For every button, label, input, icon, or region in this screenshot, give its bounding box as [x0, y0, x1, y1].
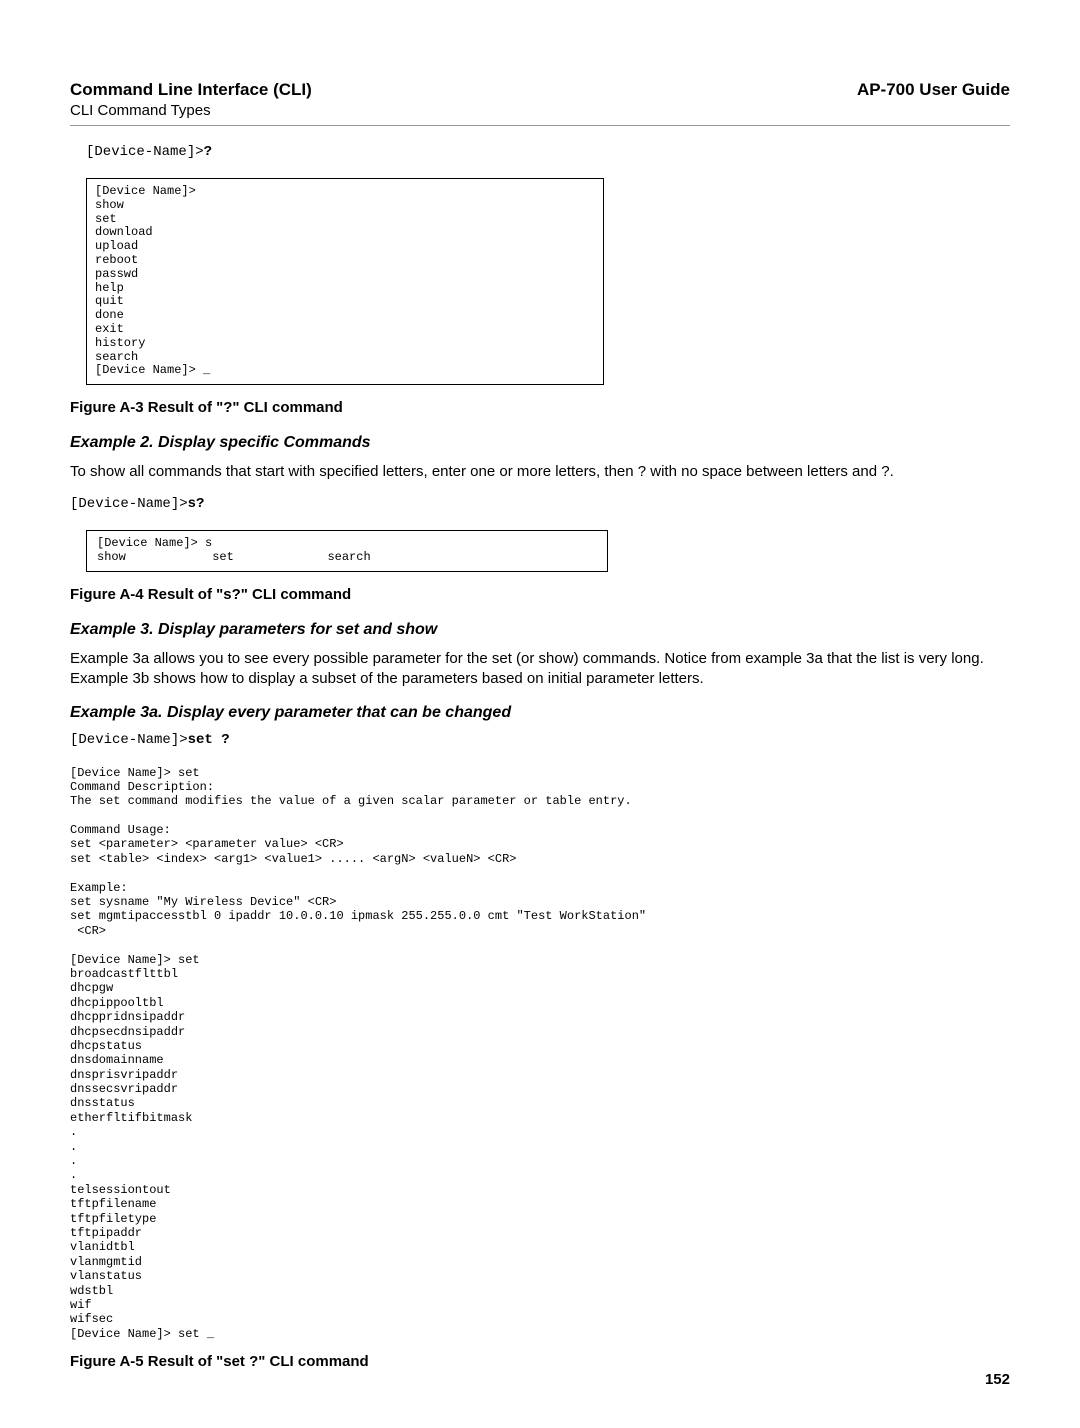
- page: Command Line Interface (CLI) CLI Command…: [0, 0, 1080, 1428]
- figure-caption-a5: Figure A-5 Result of "set ?" CLI command: [70, 1353, 1010, 1370]
- example3-text: Example 3a allows you to see every possi…: [70, 649, 1010, 690]
- example2-heading: Example 2. Display specific Commands: [70, 434, 1010, 452]
- cli-prompt-2: [Device-Name]>s?: [70, 496, 1010, 512]
- header-rule: [70, 125, 1010, 126]
- page-number: 152: [985, 1371, 1010, 1388]
- cli-output-block-3a: [Device Name]> set Command Description: …: [70, 766, 1010, 1342]
- header: Command Line Interface (CLI) CLI Command…: [70, 80, 1010, 119]
- cli-output-box-2: [Device Name]> s show set search: [86, 530, 608, 572]
- header-left: Command Line Interface (CLI) CLI Command…: [70, 80, 312, 119]
- cli-prompt-1: [Device-Name]>?: [86, 144, 1010, 160]
- example2-text: To show all commands that start with spe…: [70, 462, 1010, 482]
- prompt-command: ?: [204, 144, 212, 160]
- example3-heading: Example 3. Display parameters for set an…: [70, 621, 1010, 639]
- example3a-heading: Example 3a. Display every parameter that…: [70, 704, 1010, 722]
- cli-prompt-3a: [Device-Name]>set ?: [70, 732, 1010, 748]
- prompt-command: s?: [188, 496, 205, 512]
- prompt-prefix: [Device-Name]>: [70, 496, 188, 512]
- doc-section-title: Command Line Interface (CLI): [70, 80, 312, 100]
- doc-guide-name: AP-700 User Guide: [857, 80, 1010, 100]
- cli-output-box-1: [Device Name]> show set download upload …: [86, 178, 604, 385]
- figure-caption-a4: Figure A-4 Result of "s?" CLI command: [70, 586, 1010, 603]
- figure-caption-a3: Figure A-3 Result of "?" CLI command: [70, 399, 1010, 416]
- prompt-command: set ?: [188, 732, 230, 748]
- prompt-prefix: [Device-Name]>: [86, 144, 204, 160]
- doc-section-subtitle: CLI Command Types: [70, 102, 312, 119]
- prompt-prefix: [Device-Name]>: [70, 732, 188, 748]
